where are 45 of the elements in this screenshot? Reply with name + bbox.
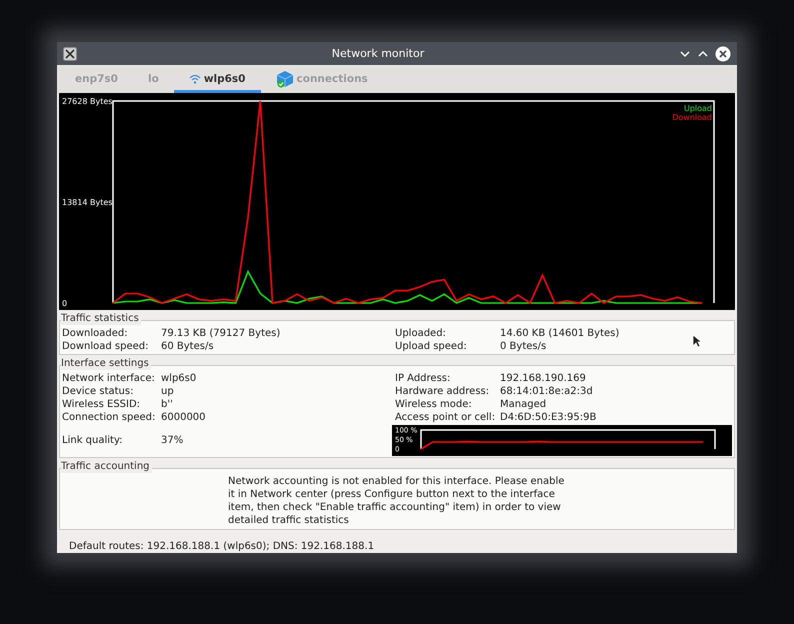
field-label: Device status: (62, 385, 134, 398)
field-label: IP Address: (395, 372, 452, 385)
field-label: Link quality: (62, 434, 124, 447)
axis-label: 13814 Bytes (62, 198, 112, 207)
field-value: b'' (161, 398, 174, 411)
field-label: Downloaded: (62, 327, 129, 340)
field-value: D4:6D:50:E3:95:9B (500, 411, 596, 424)
field-label: Wireless mode: (395, 398, 473, 411)
axis-label: 27628 Bytes (62, 96, 112, 106)
close-icon[interactable] (715, 46, 731, 62)
field-value: Managed (500, 398, 548, 411)
field-label: Download speed: (62, 340, 150, 353)
wifi-icon (188, 74, 201, 84)
field-label: Hardware address: (395, 385, 490, 398)
field-label: Connection speed: (62, 411, 156, 424)
tab[interactable]: enp7s0 (60, 65, 133, 93)
field-value: wlp6s0 (161, 372, 198, 385)
field-value: 60 Bytes/s (161, 340, 215, 353)
field-value: up (161, 385, 175, 398)
field-value: 0 Bytes/s (500, 340, 548, 353)
tab[interactable]: lo (132, 65, 174, 93)
group-title: Traffic statistics (61, 313, 141, 325)
field-value: 68:14:01:8e:a2:3d (500, 385, 594, 398)
axis-label: 0 (62, 298, 68, 308)
field-value: 192.168.190.169 (500, 372, 587, 385)
field-value: 79.13 KB (79127 Bytes) (161, 327, 282, 340)
field-label: Upload speed: (395, 340, 468, 353)
cursor-icon (692, 334, 702, 348)
field-label: Access point or cell: (395, 411, 496, 424)
app-icon (63, 46, 77, 60)
field-label: Wireless ESSID: (62, 398, 142, 411)
legend-label: Upload (684, 104, 712, 113)
field-value: 37% (161, 434, 184, 447)
group-title: Traffic accounting (61, 461, 152, 473)
info-message: Network accounting is not enabled for this interface. Please enable it in Network center (press Configure button next to the interface item, then check "Enable traffic accounting" item) in order to view detailed traffic statistics (228, 475, 566, 527)
window-title: Network monitor (330, 47, 426, 60)
group-title: Interface settings (61, 358, 151, 370)
field-label: Uploaded: (395, 327, 447, 340)
network-cube-icon (276, 70, 294, 88)
tab[interactable]: connections (260, 65, 383, 93)
status-text: Default routes: 192.168.188.1 (wlp6s0); DNS: 192.168.188.1 (68, 540, 376, 552)
legend-label: Download (672, 113, 712, 122)
field-value: 6000000 (161, 411, 207, 424)
field-value: 14.60 KB (14601 Bytes) (500, 327, 620, 340)
field-label: Network interface: (62, 372, 156, 385)
